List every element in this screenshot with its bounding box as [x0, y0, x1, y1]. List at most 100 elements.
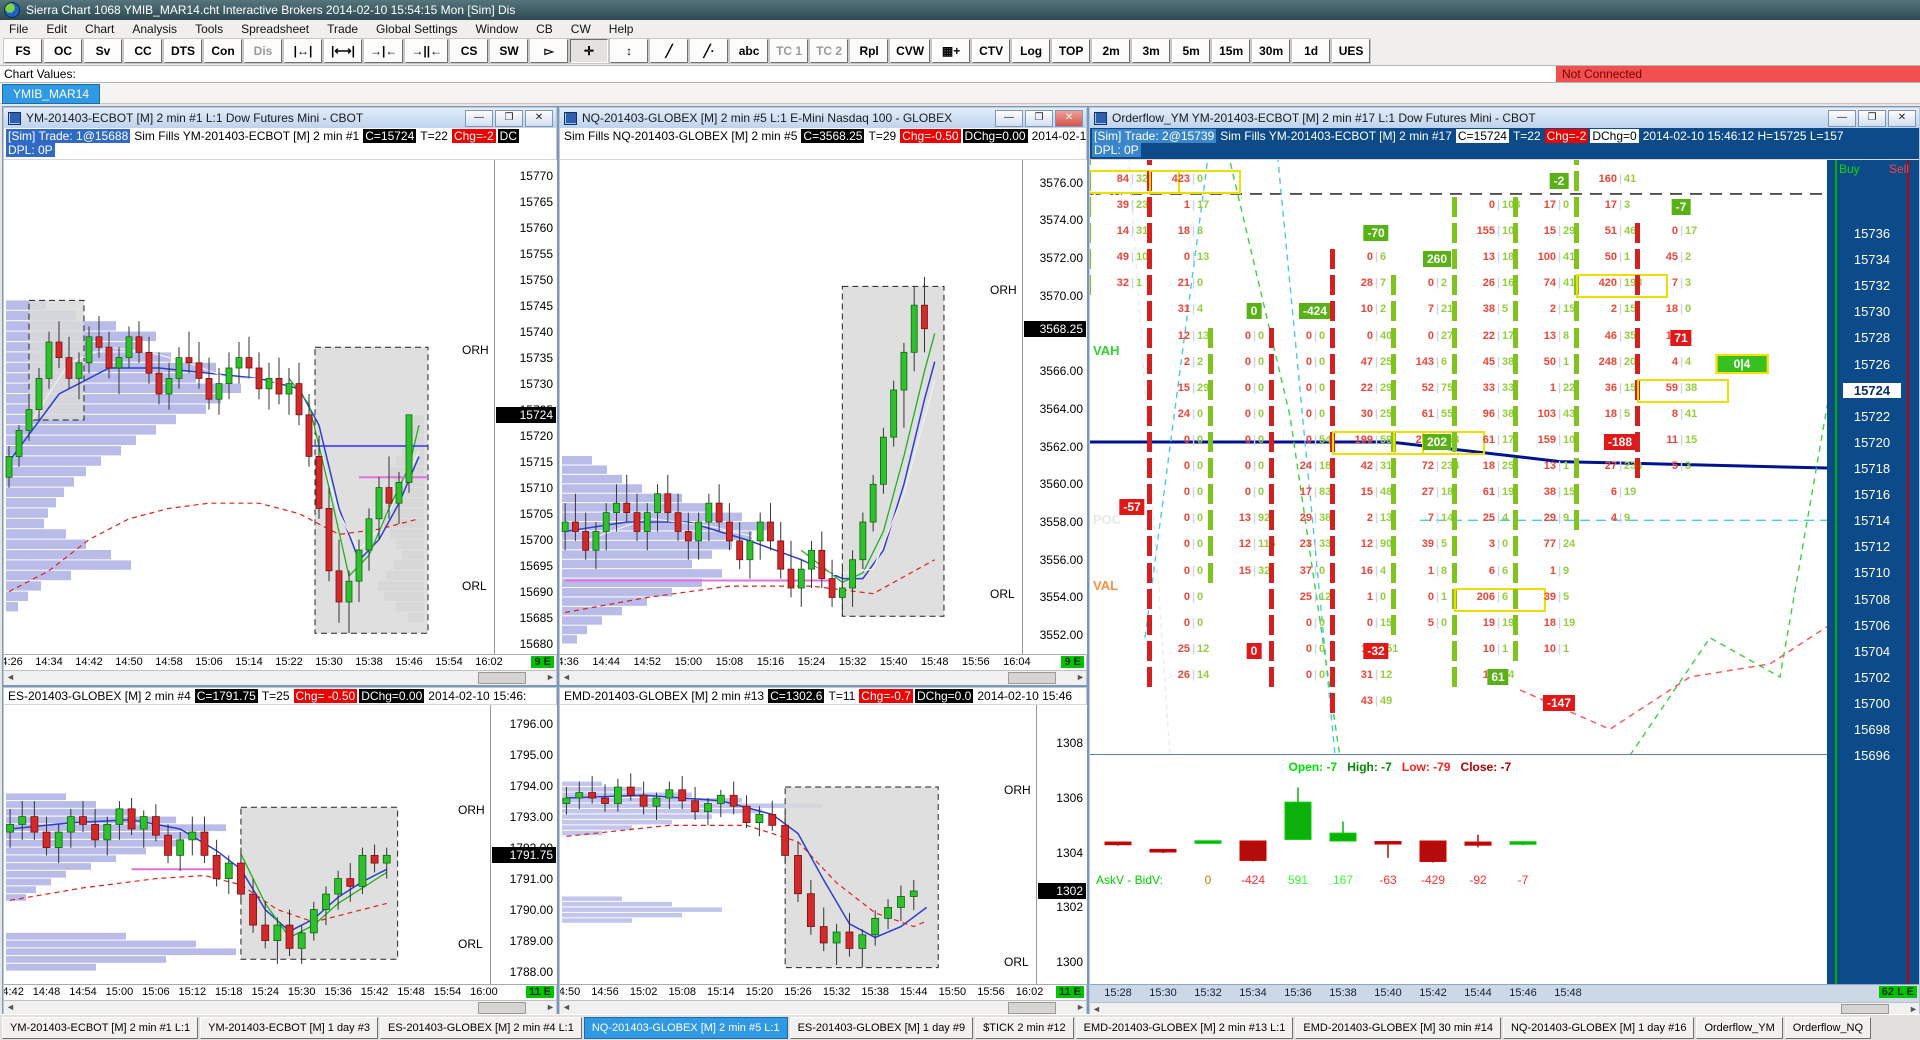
restore-button[interactable]: ❐: [1858, 109, 1886, 127]
menu-item-spreadsheet[interactable]: Spreadsheet: [232, 22, 318, 36]
toolbar-button-3m[interactable]: 3m: [1132, 39, 1171, 63]
restore-button[interactable]: ❐: [1025, 109, 1053, 127]
minimize-button[interactable]: —: [1828, 109, 1856, 127]
toolbar-button-dts[interactable]: DTS: [164, 39, 202, 63]
toolbar-button-30m[interactable]: 30m: [1252, 39, 1291, 63]
scroll-thumb[interactable]: [1841, 1004, 1889, 1014]
scroll-left-arrow[interactable]: ◄: [1092, 1004, 1101, 1014]
minimize-button[interactable]: —: [995, 109, 1023, 127]
chartbook-tab[interactable]: YMIB_MAR14: [2, 84, 101, 104]
h-scrollbar[interactable]: ◄ ►: [4, 1000, 556, 1015]
menu-item-tools[interactable]: Tools: [186, 22, 232, 36]
app-titlebar[interactable]: Sierra Chart 1068 YMIB_MAR14.cht Interac…: [0, 0, 1920, 20]
toolbar-button-5m[interactable]: 5m: [1172, 39, 1211, 63]
updown-tool[interactable]: ↕: [610, 39, 649, 63]
line-tool[interactable]: ╱: [650, 39, 689, 63]
scroll-right-arrow[interactable]: ►: [546, 1002, 555, 1012]
chart-plot-ym[interactable]: ORH ORL: [4, 160, 494, 654]
toolbar-button-ctv[interactable]: CTV: [972, 39, 1011, 63]
scroll-left-arrow[interactable]: ◄: [6, 672, 15, 682]
orderflow-plot[interactable]: ORHVAHPOCVAL3|184|3239|2314|3149|1032|1-…: [1090, 160, 1827, 754]
taskbar-item[interactable]: ES-201403-GLOBEX [M] 2 min #4 L:1: [379, 1016, 582, 1039]
pointer-tool[interactable]: ▻: [530, 39, 569, 63]
separator: |: [1191, 616, 1196, 629]
price-axis-es[interactable]: 1796.001795.001794.001793.001792.001791.…: [490, 705, 557, 984]
toolbar-button-cvw[interactable]: CVW: [890, 39, 931, 63]
scroll-left-arrow[interactable]: ◄: [6, 1002, 15, 1012]
toolbar-button-oc[interactable]: OC: [44, 39, 82, 63]
scroll-right-arrow[interactable]: ►: [546, 672, 555, 682]
crosshair-tool[interactable]: ✛: [570, 39, 609, 63]
window-titlebar[interactable]: NQ-201403-GLOBEX [M] 2 min #5 L:1 E-Mini…: [560, 108, 1086, 128]
taskbar-item[interactable]: Orderflow_NQ: [1784, 1016, 1872, 1039]
taskbar-item[interactable]: YM-201403-ECBOT [M] 1 day #3: [200, 1016, 378, 1039]
scroll-left-arrow[interactable]: ◄: [562, 672, 571, 682]
toolbar-button-fs[interactable]: FS: [4, 39, 42, 63]
menu-item-window[interactable]: Window: [466, 22, 527, 36]
menu-item-help[interactable]: Help: [600, 22, 643, 36]
toolbar-button-2m[interactable]: 2m: [1092, 39, 1131, 63]
h-scrollbar[interactable]: ◄ ►: [560, 670, 1086, 685]
toolbar-button-cc[interactable]: CC: [124, 39, 162, 63]
menu-item-global-settings[interactable]: Global Settings: [367, 22, 466, 36]
scroll-thumb[interactable]: [478, 672, 526, 684]
close-button[interactable]: ✕: [525, 109, 553, 127]
taskbar-item[interactable]: YM-201403-ECBOT [M] 2 min #1 L:1: [2, 1016, 199, 1039]
restore-button[interactable]: ❐: [495, 109, 523, 127]
menu-item-trade[interactable]: Trade: [318, 22, 367, 36]
toolbar-button-15m[interactable]: 15m: [1212, 39, 1251, 63]
h-scrollbar[interactable]: ◄ ►: [4, 670, 556, 685]
orderflow-price-axis[interactable]: Buy Sell 15736 15734 15732 15730 15728 15726 157…: [1827, 160, 1919, 984]
taskbar-item[interactable]: EMD-201403-GLOBEX [M] 30 min #14: [1295, 1016, 1501, 1039]
toolbar-button-rpl[interactable]: Rpl: [850, 39, 889, 63]
window-titlebar[interactable]: YM-201403-ECBOT [M] 2 min #1 L:1 Dow Fut…: [4, 108, 556, 128]
taskbar-item[interactable]: EMD-201403-GLOBEX [M] 2 min #13 L:1: [1075, 1016, 1294, 1039]
bid-volume: 155: [1476, 225, 1495, 238]
scroll-thumb[interactable]: [478, 1002, 526, 1014]
toolbar-button-|↔|[interactable]: |↔|: [284, 39, 322, 63]
minimize-button[interactable]: —: [465, 109, 493, 127]
toolbar-button-top[interactable]: TOP: [1052, 39, 1091, 63]
taskbar-item[interactable]: $TICK 2 min #12: [975, 1016, 1074, 1039]
menu-item-cw[interactable]: CW: [562, 22, 600, 36]
h-scrollbar[interactable]: ◄ ►: [560, 1000, 1086, 1015]
toolbar-button-abc[interactable]: abc: [730, 39, 769, 63]
toolbar-button-sv[interactable]: Sv: [84, 39, 122, 63]
scroll-left-arrow[interactable]: ◄: [562, 1002, 571, 1012]
menu-item-analysis[interactable]: Analysis: [123, 22, 186, 36]
scroll-right-arrow[interactable]: ►: [1909, 1004, 1918, 1014]
toolbar-button-ues[interactable]: UES: [1332, 39, 1371, 63]
toolbar-button-log[interactable]: Log: [1012, 39, 1051, 63]
taskbar-item[interactable]: ES-201403-GLOBEX [M] 1 day #9: [789, 1016, 974, 1039]
scroll-thumb[interactable]: [1008, 1002, 1056, 1014]
toolbar-button-1d[interactable]: 1d: [1292, 39, 1331, 63]
scroll-right-arrow[interactable]: ►: [1076, 1002, 1085, 1012]
taskbar-item[interactable]: Orderflow_YM: [1696, 1016, 1783, 1039]
close-button[interactable]: ✕: [1888, 109, 1916, 127]
menu-item-chart[interactable]: Chart: [76, 22, 123, 36]
ray-tool[interactable]: ╱·: [690, 39, 729, 63]
toolbar-button-sw[interactable]: SW: [490, 39, 529, 63]
price-axis-nq[interactable]: 3576.003574.003572.003570.003568.003566.…: [1022, 160, 1087, 654]
taskbar-item[interactable]: NQ-201403-GLOBEX [M] 2 min #5 L:1: [583, 1016, 788, 1039]
toolbar-button-|⟷|[interactable]: |⟷|: [324, 39, 362, 63]
scroll-thumb[interactable]: [1008, 672, 1056, 684]
menu-item-file[interactable]: File: [0, 22, 37, 36]
taskbar-item[interactable]: NQ-201403-GLOBEX [M] 1 day #16: [1502, 1016, 1695, 1039]
toolbar-button-con[interactable]: Con: [204, 39, 242, 63]
menu-item-cb[interactable]: CB: [527, 22, 562, 36]
chart-plot-nq[interactable]: ORH ORL: [560, 160, 1022, 654]
menu-item-edit[interactable]: Edit: [37, 22, 76, 36]
tvw-tool[interactable]: ▦+: [932, 39, 971, 63]
scroll-right-arrow[interactable]: ►: [1076, 672, 1085, 682]
close-button[interactable]: ✕: [1055, 109, 1083, 127]
chart-plot-emd[interactable]: ORH ORL: [560, 705, 1036, 984]
price-axis-emd[interactable]: 1308 1306 1304 1302 1300 1302: [1036, 705, 1087, 984]
toolbar-button-cs[interactable]: CS: [450, 39, 489, 63]
toolbar-button-→||←[interactable]: →||←: [405, 39, 449, 63]
toolbar-button-→|←[interactable]: →|←: [364, 39, 404, 63]
time-tick: 15:36: [324, 986, 352, 998]
window-titlebar[interactable]: Orderflow_YM YM-201403-ECBOT [M] 2 min #…: [1090, 108, 1919, 128]
price-axis-ym[interactable]: 15770 15765 15760 15755 15750 15745 15740 15735…: [494, 160, 557, 654]
chart-plot-es[interactable]: ORH ORL: [4, 705, 490, 984]
